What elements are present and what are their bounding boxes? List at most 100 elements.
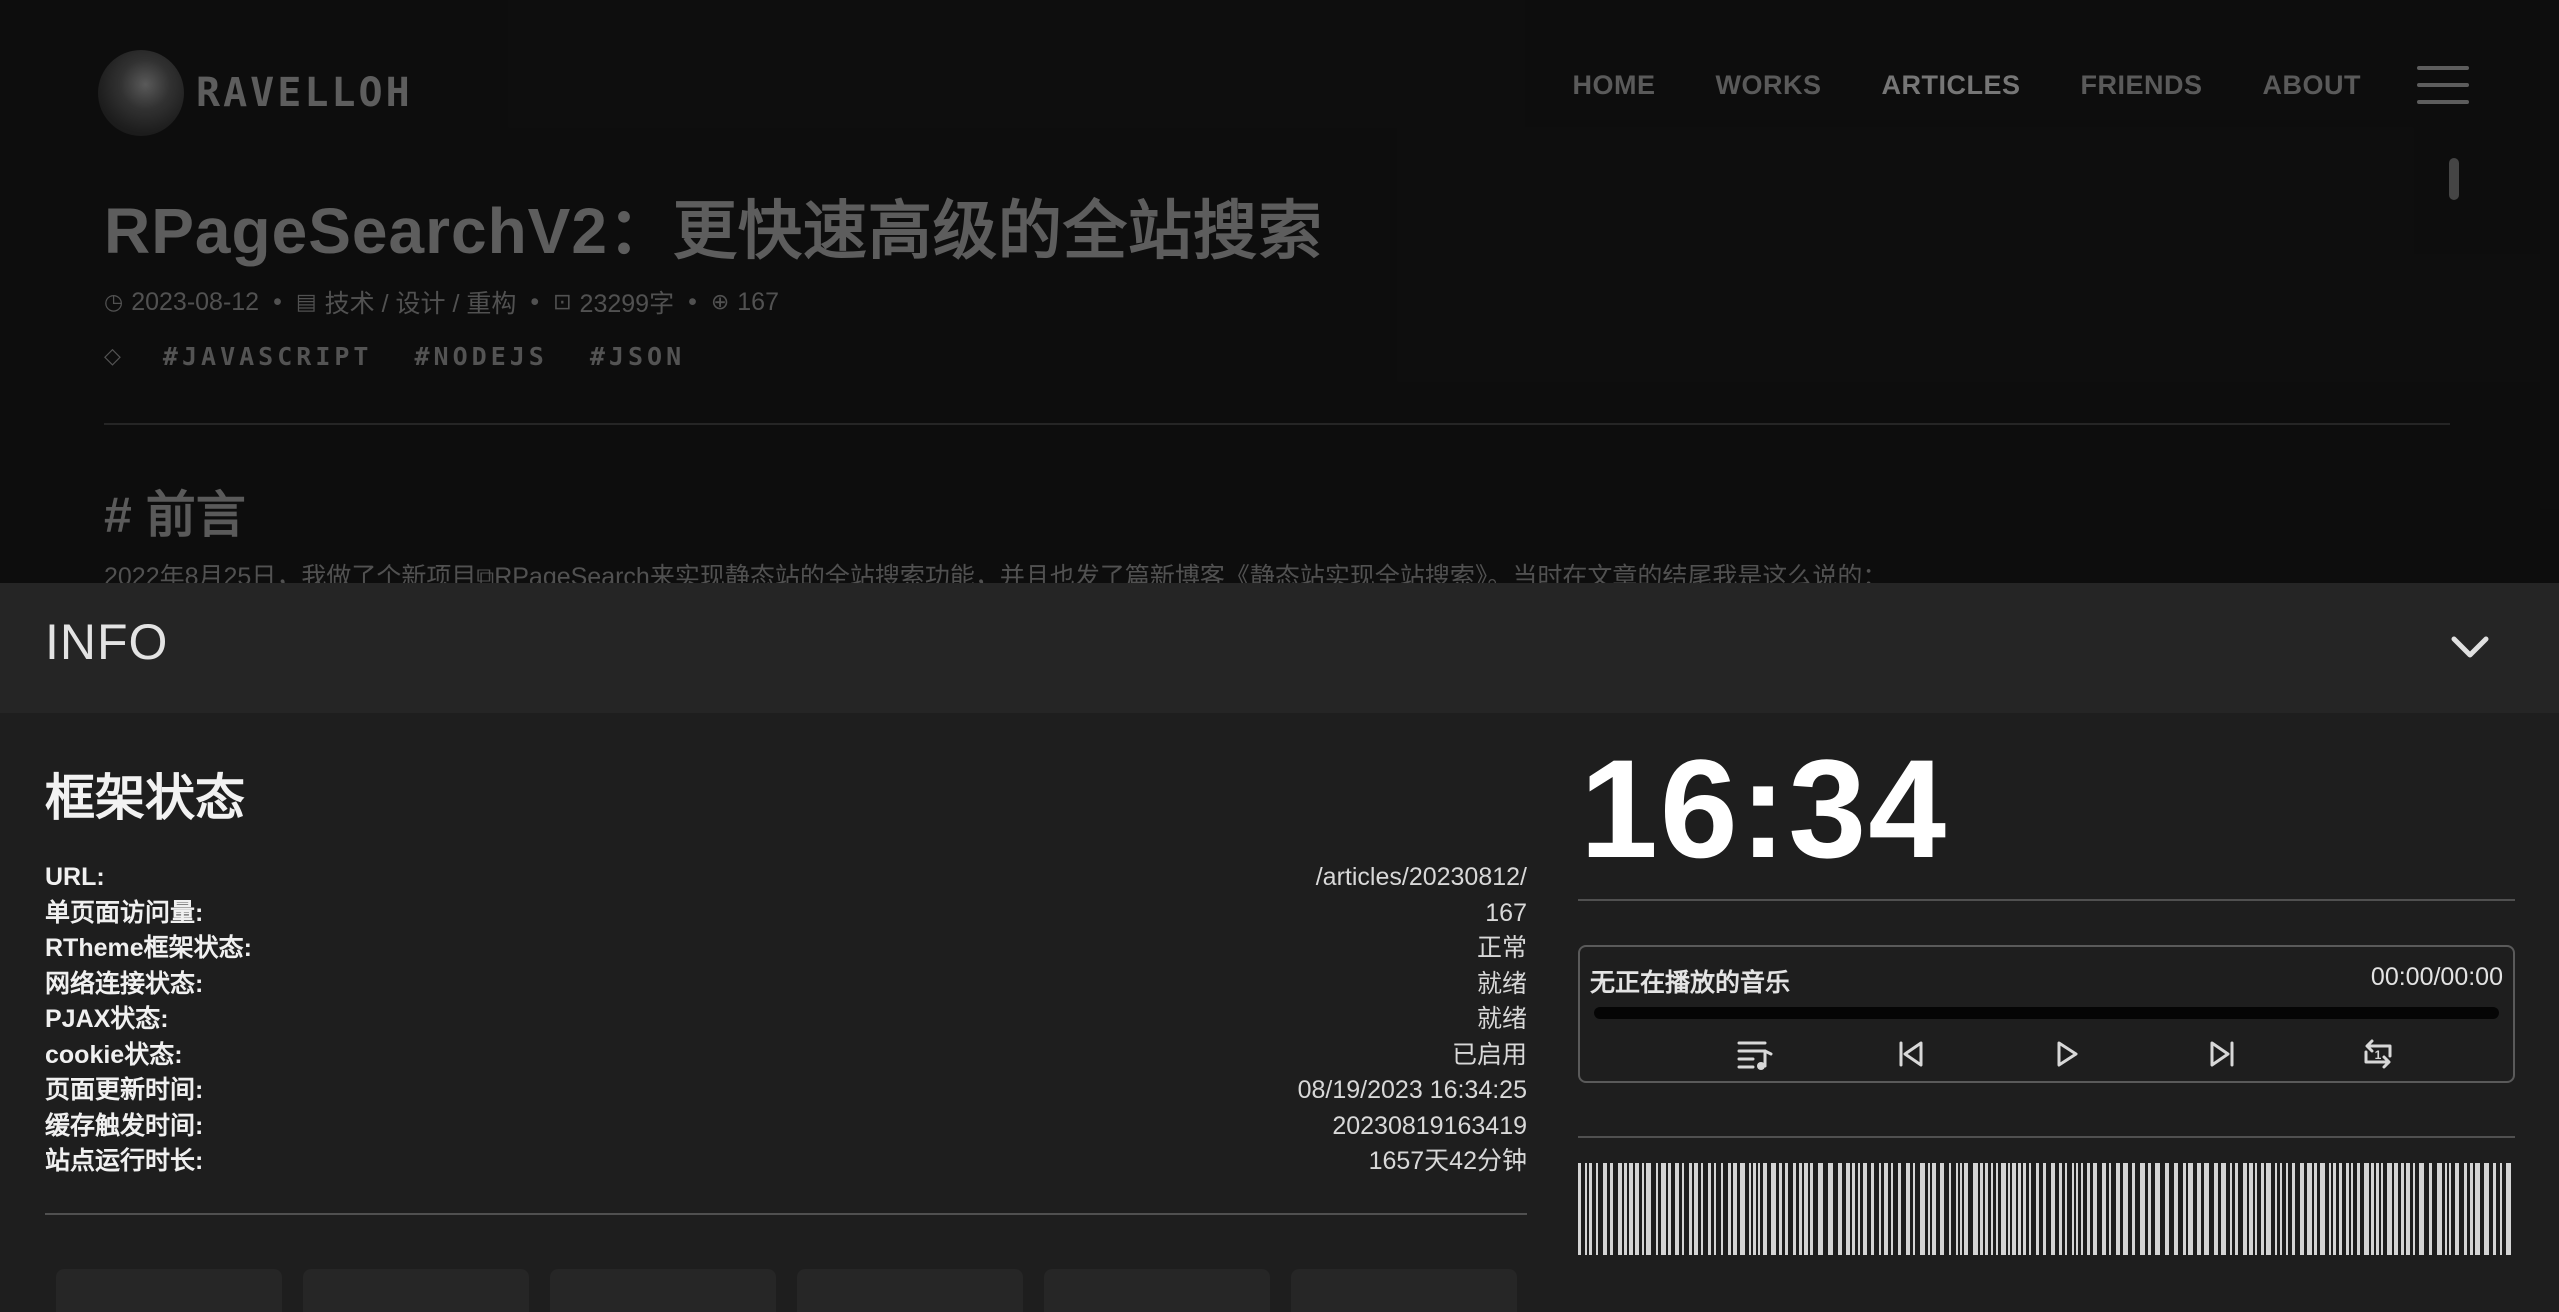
barcode-stripe xyxy=(2132,1163,2135,1255)
settings-card[interactable] xyxy=(1291,1269,1517,1312)
barcode-stripe xyxy=(2275,1163,2277,1255)
clock-divider xyxy=(1578,899,2515,901)
barcode-stripe xyxy=(1589,1163,1592,1255)
status-row-pjax: PJAX状态: 就绪 xyxy=(45,1005,1527,1033)
play-icon[interactable] xyxy=(2041,1029,2091,1079)
info-title: INFO xyxy=(45,614,169,670)
tag-json[interactable]: #JSON xyxy=(590,342,685,371)
barcode-stripe xyxy=(1920,1163,1925,1255)
nav-friends[interactable]: FRIENDS xyxy=(2080,70,2202,101)
barcode-stripe xyxy=(1668,1163,1671,1255)
nav-articles[interactable]: ARTICLES xyxy=(1881,70,2020,101)
barcode-stripe xyxy=(2314,1163,2317,1255)
barcode-stripe xyxy=(1624,1163,1627,1255)
barcode-stripe xyxy=(2072,1163,2074,1255)
barcode-stripe xyxy=(2500,1163,2502,1255)
settings-card[interactable] xyxy=(797,1269,1023,1312)
barcode-stripe xyxy=(1884,1163,1888,1255)
barcode-stripe xyxy=(1906,1163,1910,1255)
barcode-stripe xyxy=(1585,1163,1587,1255)
barcode-stripe xyxy=(1838,1163,1842,1255)
barcode-stripe xyxy=(1603,1163,1607,1255)
barcode-stripe xyxy=(2008,1163,2010,1255)
barcode-stripe xyxy=(1763,1163,1767,1255)
barcode-stripe xyxy=(1858,1163,1860,1255)
skip-previous-icon[interactable] xyxy=(1886,1029,1936,1079)
hamburger-icon[interactable] xyxy=(2417,66,2469,104)
barcode-stripe xyxy=(2235,1163,2238,1255)
barcode-stripe xyxy=(1635,1163,1639,1255)
settings-card[interactable] xyxy=(303,1269,529,1312)
nav-home[interactable]: HOME xyxy=(1572,70,1655,101)
barcode-stripe xyxy=(1728,1163,1731,1255)
logo-text: RAVELLOH xyxy=(196,70,413,116)
status-row-network: 网络连接状态: 就绪 xyxy=(45,969,1527,998)
barcode-stripe xyxy=(1733,1163,1737,1255)
info-panel: INFO 框架状态 URL: /articles/20230812/ 单页面访问… xyxy=(0,583,2559,1312)
barcode-stripe xyxy=(1682,1163,1684,1255)
settings-card[interactable] xyxy=(56,1269,282,1312)
barcode-stripe xyxy=(1753,1163,1756,1255)
barcode-stripe xyxy=(1740,1163,1745,1255)
clock: 16:34 xyxy=(1580,730,1949,887)
nav-works[interactable]: WORKS xyxy=(1715,70,1821,101)
site-logo[interactable]: RAVELLOH xyxy=(98,50,413,136)
skip-next-icon[interactable] xyxy=(2197,1029,2247,1079)
barcode-stripe xyxy=(2140,1163,2145,1255)
barcode-stripe xyxy=(1749,1163,1751,1255)
barcode-stripe xyxy=(2470,1163,2473,1255)
barcode-stripe xyxy=(1779,1163,1782,1255)
barcode-stripe xyxy=(2221,1163,2226,1255)
nav-about[interactable]: ABOUT xyxy=(2263,70,2362,101)
article-categories[interactable]: 技术 / 设计 / 重构 xyxy=(325,284,517,320)
chevron-down-icon[interactable] xyxy=(2446,623,2494,671)
settings-card[interactable] xyxy=(1044,1269,1270,1312)
barcode-stripe xyxy=(2123,1163,2128,1255)
barcode-stripe xyxy=(1675,1163,1679,1255)
framework-status: 框架状态 URL: /articles/20230812/ 单页面访问量: 16… xyxy=(45,758,1527,1180)
barcode-stripe xyxy=(1898,1163,1901,1255)
barcode-stripe xyxy=(2449,1163,2451,1255)
settings-card[interactable] xyxy=(550,1269,776,1312)
barcode-stripe xyxy=(1932,1163,1936,1255)
barcode-stripe xyxy=(1708,1163,1711,1255)
barcode-stripe xyxy=(2413,1163,2415,1255)
barcode-stripe xyxy=(2001,1163,2006,1255)
barcode-stripe xyxy=(2204,1163,2209,1255)
barcode-stripe xyxy=(2155,1163,2160,1255)
barcode-stripe xyxy=(1852,1163,1855,1255)
barcode-stripe xyxy=(2059,1163,2062,1255)
barcode-stripe xyxy=(2093,1163,2097,1255)
barcode-stripe xyxy=(1891,1163,1893,1255)
barcode-stripe xyxy=(1793,1163,1796,1255)
playlist-icon[interactable] xyxy=(1730,1029,1780,1079)
settings-card-row xyxy=(56,1269,1538,1312)
barcode-stripe xyxy=(2087,1163,2090,1255)
article-meta: ◷ 2023-08-12 • ▤ 技术 / 设计 / 重构 • ⊡ 23299字… xyxy=(104,284,2450,320)
barcode-stripe xyxy=(2371,1163,2374,1255)
status-row-cookie: cookie状态: 已启用 xyxy=(45,1040,1527,1069)
barcode-stripe xyxy=(2043,1163,2046,1255)
barcode-stripe xyxy=(2214,1163,2218,1255)
music-player: 无正在播放的音乐 00:00/00:00 1 xyxy=(1578,945,2515,1083)
barcode-stripe xyxy=(1799,1163,1802,1255)
barcode-stripe xyxy=(2249,1163,2253,1255)
barcode-stripe xyxy=(2357,1163,2360,1255)
status-row-url: URL: /articles/20230812/ xyxy=(45,863,1527,891)
barcode-stripe xyxy=(2065,1163,2067,1255)
player-track-title: 无正在播放的音乐 xyxy=(1590,969,1791,997)
site-header: RAVELLOH HOME WORKS ARTICLES FRIENDS ABO… xyxy=(0,0,2559,190)
player-progress-bar[interactable] xyxy=(1594,1007,2499,1019)
repeat-one-icon[interactable]: 1 xyxy=(2353,1029,2403,1079)
status-row-rtheme: RTheme框架状态: 正常 xyxy=(45,934,1527,962)
tag-javascript[interactable]: #JAVASCRIPT xyxy=(163,342,373,371)
barcode-stripe xyxy=(2307,1163,2312,1255)
barcode-stripe xyxy=(1863,1163,1867,1255)
barcode-stripe xyxy=(2023,1163,2026,1255)
tag-nodejs[interactable]: #NODEJS xyxy=(415,342,548,371)
barcode-stripe xyxy=(2029,1163,2031,1255)
player-controls: 1 xyxy=(1580,1029,2513,1079)
scrollbar-thumb[interactable] xyxy=(2449,158,2459,200)
barcode-stripe xyxy=(1661,1163,1666,1255)
barcode-stripe xyxy=(1828,1163,1833,1255)
